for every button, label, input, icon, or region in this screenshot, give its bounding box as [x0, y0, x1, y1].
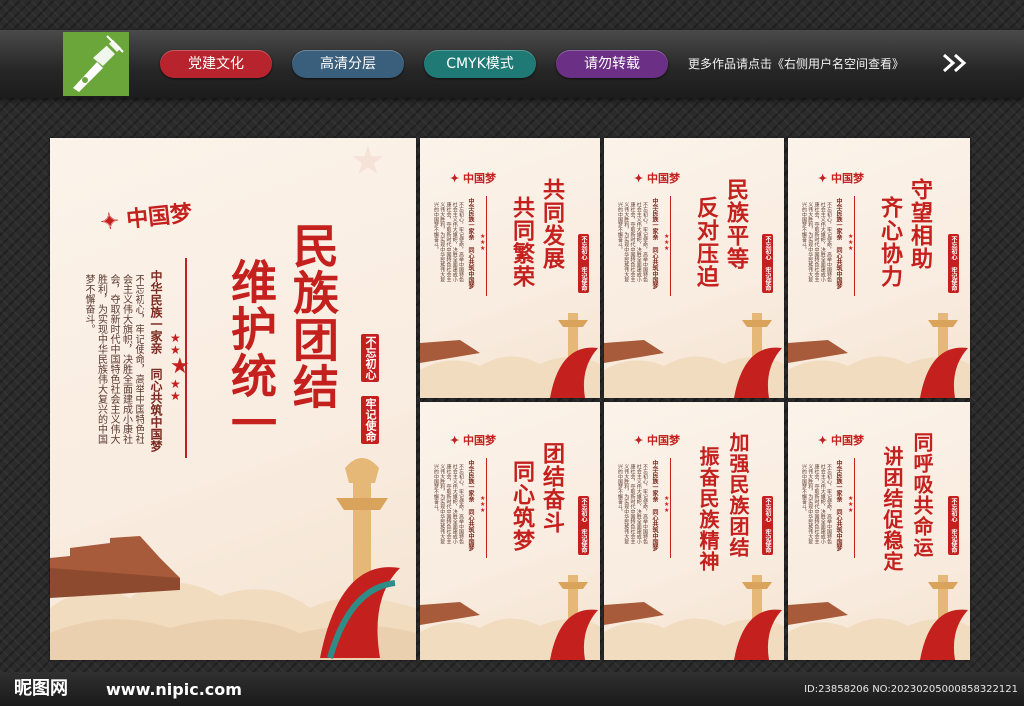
seal-stamp: 牢记使命	[361, 396, 379, 444]
divider	[185, 258, 187, 458]
nipic-watermark: 昵图网	[14, 678, 68, 699]
poster-subtitle: 中华民族一家亲 同心共筑中国梦	[467, 460, 474, 551]
poster-subtitle: 中华民族一家亲 同心共筑中国梦	[835, 460, 842, 551]
poster-subtitle: 中华民族一家亲 同心共筑中国梦	[835, 198, 842, 289]
seal-stamp: 不忘初心 牢记使命	[762, 234, 773, 293]
poster-body-text: 不忘初心，牢记使命，高举中国特色社会主义伟大旗帜，决胜全面建成小康社会，夺取新时…	[433, 464, 464, 544]
poster-body-text: 不忘初心，牢记使命，高举中国特色社会主义伟大旗帜，决胜全面建成小康社会，夺取新时…	[801, 464, 832, 544]
pen-nib-icon	[63, 32, 129, 96]
poster-title-col2: 齐心协力	[877, 196, 903, 288]
china-dream-logo: ✦ 中国梦	[634, 172, 681, 185]
poster-title-col1: 守望相助	[907, 178, 933, 270]
stars-icon: ★ ★ ★	[480, 495, 486, 514]
poster-1: ✦ 中国梦 共同发展 共同繁荣 不忘初心 牢记使命 ★ ★ ★ 中华民族一家亲 同心…	[420, 138, 600, 398]
tag-hd-layers[interactable]: 高清分层	[292, 50, 404, 78]
poster-3: ✦ 中国梦 守望相助 齐心协力 不忘初心 牢记使命 ★ ★ ★ 中华民族一家亲 同心…	[788, 138, 970, 398]
poster-4: ✦ 中国梦 团结奋斗 同心筑梦 不忘初心 牢记使命 ★ ★ ★ 中华民族一家亲 同心…	[420, 402, 600, 660]
poster-body-text: 不忘初心，牢记使命，高举中国特色社会主义伟大旗帜，决胜全面建成小康社会，夺取新时…	[617, 202, 648, 282]
nipic-url[interactable]: www.nipic.com	[106, 678, 242, 702]
poster-subtitle: 中华民族一家亲 同心共筑中国梦	[651, 460, 658, 551]
main-title-col1: 民族团结	[286, 222, 340, 410]
stars-icon: ★ ★ ★	[480, 233, 486, 252]
divider	[854, 196, 855, 296]
poster-body-text: 不忘初心，牢记使命，高举中国特色社会主义伟大旗帜，决胜全面建成小康社会，夺取新时…	[617, 464, 648, 544]
poster-5: ✦ 中国梦 加强民族团结 振奋民族精神 不忘初心 牢记使命 ★ ★ ★ 中华民族一家…	[604, 402, 784, 660]
divider	[670, 458, 671, 558]
poster-6: ✦ 中国梦 同呼吸共命运 讲团结促稳定 不忘初心 牢记使命 ★ ★ ★ 中华民族一家…	[788, 402, 970, 660]
main-body-text: 不忘初心，牢记使命，高举中国特色社会主义伟大旗帜，决胜全面建成小康社会，夺取新时…	[83, 274, 144, 444]
stars-icon: ★ ★ ★	[848, 233, 854, 252]
poster-2: ✦ 中国梦 民族平等 反对压迫 不忘初心 牢记使命 ★ ★ ★ 中华民族一家亲 同心…	[604, 138, 784, 398]
poster-body-text: 不忘初心，牢记使命，高举中国特色社会主义伟大旗帜，决胜全面建成小康社会，夺取新时…	[433, 202, 464, 282]
seal-stamp: 不忘初心 牢记使命	[762, 496, 773, 555]
china-dream-logo: ✦ 中国梦	[450, 434, 497, 447]
stars-icon: ★ ★ ★	[664, 495, 670, 514]
poster-title-col2: 反对压迫	[693, 196, 719, 288]
divider	[670, 196, 671, 296]
divider	[486, 196, 487, 296]
china-dream-logo: ✦ 中国梦	[818, 434, 865, 447]
main-title-col2: 维护统一	[224, 258, 278, 446]
poster-title-col1: 同呼吸共命运	[910, 432, 934, 558]
poster-title-col1: 加强民族团结	[726, 432, 750, 558]
poster-subtitle: 中华民族一家亲 同心共筑中国梦	[651, 198, 658, 289]
main-poster: ★ ✦ 中国梦 民族团结 维护统一 不忘初心 牢记使命 ★ ★ ★ ★ ★ 中华民族一家…	[50, 138, 416, 660]
divider	[486, 458, 487, 558]
stars-icon: ★ ★ ★	[664, 233, 670, 252]
poster-title-col1: 共同发展	[539, 178, 565, 270]
china-dream-logo: ✦ 中国梦	[634, 434, 681, 447]
image-id: ID:23858206 NO:20230205000858322121	[804, 684, 1018, 695]
tag-cmyk[interactable]: CMYK模式	[424, 50, 536, 78]
poster-subtitle: 中华民族一家亲 同心共筑中国梦	[467, 198, 474, 289]
china-dream-logo: ✦ 中国梦	[450, 172, 497, 185]
tag-no-repost[interactable]: 请勿转载	[556, 50, 668, 78]
poster-title-col2: 讲团结促稳定	[880, 446, 904, 572]
seal-stamp: 不忘初心 牢记使命	[578, 234, 589, 293]
main-subtitle: 中华民族一家亲 同心共筑中国梦	[149, 270, 163, 452]
seal-stamp: 不忘初心 牢记使命	[948, 496, 959, 555]
divider	[854, 458, 855, 558]
double-chevron-right-icon[interactable]	[942, 53, 970, 73]
poster-title-col1: 团结奋斗	[539, 442, 565, 534]
poster-title-col2: 共同繁荣	[509, 196, 535, 288]
seal-stamp: 不忘初心	[361, 334, 379, 382]
poster-title-col2: 振奋民族精神	[696, 446, 720, 572]
poster-title-col1: 民族平等	[723, 178, 749, 270]
seal-stamp: 不忘初心 牢记使命	[578, 496, 589, 555]
china-dream-logo: ✦ 中国梦	[818, 172, 865, 185]
more-works-link[interactable]: 更多作品请点击《右侧用户名空间查看》	[688, 52, 938, 76]
poster-body-text: 不忘初心，牢记使命，高举中国特色社会主义伟大旗帜，决胜全面建成小康社会，夺取新时…	[801, 202, 832, 282]
seal-stamp: 不忘初心 牢记使命	[948, 234, 959, 293]
tag-party-culture[interactable]: 党建文化	[160, 50, 272, 78]
stars-icon: ★ ★ ★	[848, 495, 854, 514]
poster-title-col2: 同心筑梦	[509, 460, 535, 552]
